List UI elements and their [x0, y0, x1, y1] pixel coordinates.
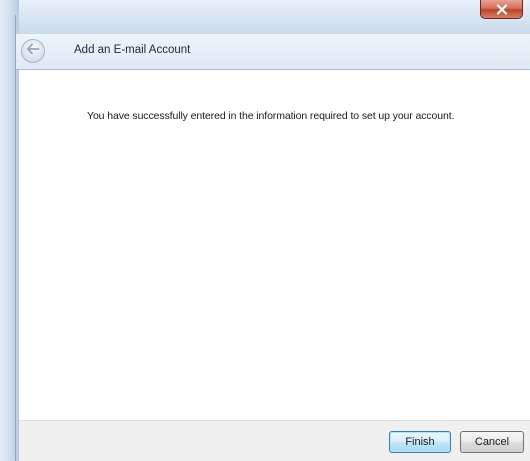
- back-button[interactable]: [21, 39, 45, 63]
- cancel-button[interactable]: Cancel: [460, 431, 524, 453]
- window-frame-border: [15, 15, 16, 461]
- button-bar: Finish Cancel: [19, 420, 530, 461]
- success-message: You have successfully entered in the inf…: [87, 110, 455, 122]
- back-arrow-icon: [26, 42, 40, 60]
- dialog-title: Add an E-mail Account: [74, 44, 191, 56]
- close-x-icon: [496, 3, 508, 15]
- wizard-header: Add an E-mail Account: [16, 34, 530, 70]
- content-panel: You have successfully entered in the inf…: [19, 70, 530, 420]
- finish-button[interactable]: Finish: [389, 431, 451, 453]
- window-title-bar[interactable]: [0, 0, 530, 34]
- add-email-account-dialog: Add an E-mail Account You have successfu…: [0, 0, 530, 461]
- close-button[interactable]: [480, 0, 523, 19]
